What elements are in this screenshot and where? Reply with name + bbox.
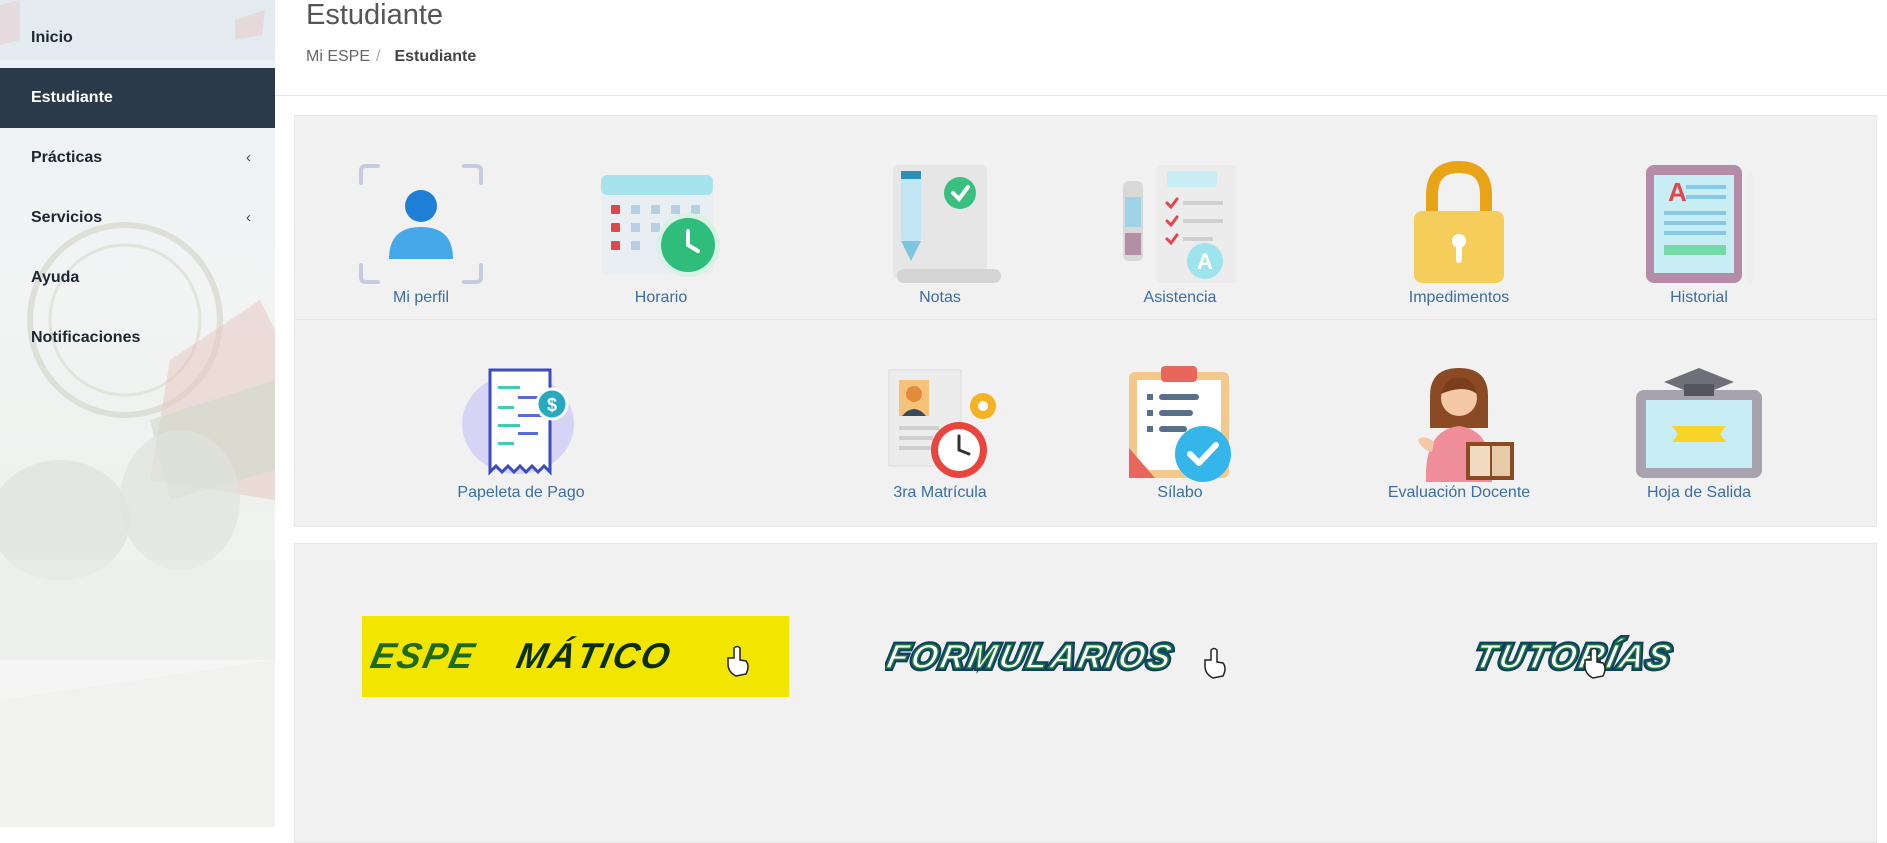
chevron-left-icon: ‹ [246,209,251,226]
tile-historial[interactable]: A Historial [1599,161,1799,307]
hand-cursor-icon [1204,647,1226,679]
tablet-history-icon: A [1646,165,1754,283]
tile-label: Hoja de Salida [1646,484,1752,501]
sidebar-item-label: Inicio [31,29,73,46]
page-title: Estudiante [306,0,444,31]
breadcrumb-separator: / [376,48,381,65]
tile-notas[interactable]: Notas [840,161,1040,307]
sidebar-item-label: Estudiante [31,89,113,106]
espematico-logo: ESPE MÁTICO [367,635,749,677]
tile-evaluacion-docente[interactable]: Evaluación Docente [1359,366,1559,502]
tile-hoja-de-salida[interactable]: Hoja de Salida [1599,366,1799,502]
sidebar-item-label: Servicios [31,209,103,226]
teacher-evaluation-icon [1418,368,1514,482]
graduation-tablet-icon [1636,368,1762,478]
third-enrollment-icon [888,369,996,478]
svg-text:$: $ [547,395,557,415]
banner-tutorias[interactable]: TUTORÍAS TUTORÍAS [1469,632,1743,682]
attendance-checklist-icon: A [1123,165,1237,283]
user-profile-icon [359,164,483,284]
sidebar-item-inicio[interactable]: Inicio [0,8,275,68]
tile-label: Horario [634,289,688,306]
formularios-text: FORMULARIOS [885,638,1178,676]
breadcrumb: Mi ESPE / Estudiante [306,48,476,66]
banner-espematico[interactable]: ESPE MÁTICO [362,616,789,697]
padlock-icon [1414,161,1504,283]
sidebar-item-notificaciones[interactable]: Notificaciones [0,308,275,368]
tutorias-logo: TUTORÍAS TUTORÍAS [1469,634,1680,679]
svg-text:A: A [1668,177,1687,207]
syllabus-clipboard-icon [1129,366,1231,482]
sidebar-item-practicas[interactable]: Prácticas ‹ [0,128,275,188]
tile-3ra-matricula[interactable]: 3ra Matrícula [840,366,1040,502]
sidebar-item-ayuda[interactable]: Ayuda [0,248,275,308]
sidebar: Inicio Estudiante Prácticas ‹ Servicios … [0,0,275,827]
hand-cursor-icon [727,645,749,677]
tile-impedimentos[interactable]: Impedimentos [1359,161,1559,307]
services-panel-3: ESPE MÁTICO FORMULARIOS FORMULARIOS TUTO… [294,543,1877,843]
banner-formularios[interactable]: FORMULARIOS FORMULARIOS [881,632,1273,682]
tutorias-text: TUTORÍAS [1473,637,1677,676]
breadcrumb-current: Estudiante [394,48,477,65]
grades-scroll-icon [893,165,1001,283]
sidebar-item-label: Ayuda [31,269,80,286]
services-panel-2: $ Papeleta de Pago 3ra Matrícula Sílabo … [294,319,1877,527]
espematico-part1: ESPE [367,635,480,676]
formularios-logo: FORMULARIOS FORMULARIOS [881,635,1226,679]
sidebar-item-estudiante[interactable]: Estudiante [0,68,275,128]
tile-mi-perfil[interactable]: Mi perfil [321,161,521,307]
espematico-part2: MÁTICO [513,635,676,676]
tile-label: 3ra Matrícula [893,484,987,501]
tile-label: Asistencia [1143,289,1217,306]
calendar-clock-icon [601,175,720,277]
svg-text:A: A [1197,249,1213,274]
tile-label: Impedimentos [1408,289,1510,306]
tile-label: Evaluación Docente [1387,484,1531,501]
sidebar-item-label: Notificaciones [31,329,141,346]
tile-label: Sílabo [1157,484,1203,501]
tile-asistencia[interactable]: A Asistencia [1080,161,1280,307]
breadcrumb-link-mi-espe[interactable]: Mi ESPE [306,48,370,65]
tile-label: Historial [1670,289,1728,306]
chevron-left-icon: ‹ [246,149,251,166]
sidebar-item-servicios[interactable]: Servicios ‹ [0,188,275,248]
tile-label: Mi perfil [392,289,449,306]
page-header: Estudiante Mi ESPE / Estudiante [275,0,1887,96]
tile-label: Notas [919,289,961,306]
tile-papeleta-de-pago[interactable]: $ Papeleta de Pago [421,366,621,502]
tile-silabo[interactable]: Sílabo [1080,366,1280,502]
tile-label: Papeleta de Pago [457,484,585,501]
payment-receipt-icon: $ [462,368,574,476]
tile-horario[interactable]: Horario [561,161,761,307]
sidebar-item-label: Prácticas [31,149,103,166]
main-content: Mi perfil Horario Notas A Asistencia Imp… [275,96,1887,843]
